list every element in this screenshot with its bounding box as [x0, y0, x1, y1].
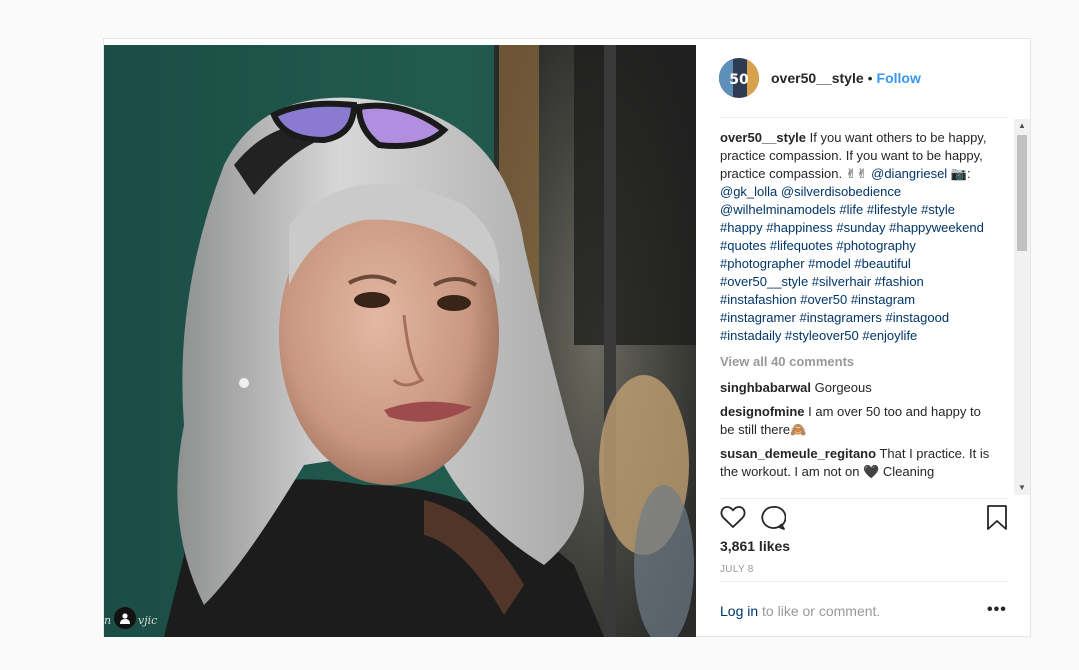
post-card: n vjic 50 over50__style • Follow over50_…	[103, 38, 1031, 637]
save-button[interactable]	[986, 505, 1008, 536]
actions-divider	[720, 498, 1008, 499]
comment-item: designofmine I am over 50 too and happy …	[720, 403, 990, 439]
user-tag-button[interactable]	[114, 607, 136, 629]
comment-username[interactable]: designofmine	[720, 404, 805, 419]
post-date[interactable]: JULY 8	[720, 564, 754, 575]
bottom-divider	[720, 581, 1008, 582]
header-separator: •	[867, 70, 873, 86]
comment-button[interactable]	[760, 505, 787, 536]
login-link[interactable]: Log in	[720, 603, 758, 619]
hashtag-links[interactable]: #life #lifestyle #style #happy #happines…	[720, 202, 984, 343]
photo-watermark-right: vjic	[138, 614, 158, 627]
more-options-button[interactable]: •••	[987, 601, 1007, 619]
scroll-up-arrow-icon[interactable]: ▲	[1014, 119, 1030, 133]
portrait-image	[104, 45, 696, 637]
mention-link[interactable]: @diangriesel	[871, 166, 947, 181]
bookmark-icon	[987, 505, 1007, 530]
svg-text:50: 50	[729, 72, 749, 88]
post-sidebar: 50 over50__style • Follow over50__style …	[696, 39, 1031, 636]
like-button[interactable]	[720, 505, 746, 534]
login-prompt: Log in to like or comment.	[720, 603, 880, 619]
comments-list[interactable]: over50__style If you want others to be h…	[720, 129, 990, 495]
heart-icon	[720, 506, 746, 528]
user-tag-icon	[120, 613, 130, 624]
caption: over50__style If you want others to be h…	[720, 129, 990, 345]
mention-link[interactable]: @silverdisobedience	[781, 184, 901, 199]
profile-photo-icon: 50	[719, 58, 759, 98]
comment-item: singhbabarwal Gorgeous	[720, 379, 990, 397]
mention-link[interactable]: @wilhelminamodels	[720, 202, 836, 217]
comment-username[interactable]: singhbabarwal	[720, 380, 811, 395]
scrollbar-thumb[interactable]	[1017, 135, 1027, 251]
comments-scrollbar[interactable]: ▲ ▼	[1014, 119, 1030, 495]
post-header: 50 over50__style • Follow	[719, 57, 1009, 99]
comment-item: susan_demeule_regitano That I practice. …	[720, 445, 990, 481]
header-divider	[720, 117, 1008, 118]
login-prompt-text: to like or comment.	[758, 603, 881, 619]
scroll-down-arrow-icon[interactable]: ▼	[1014, 481, 1030, 495]
post-photo[interactable]: n vjic	[104, 45, 696, 637]
action-bar	[720, 503, 1010, 533]
photo-watermark-left: n	[104, 614, 112, 627]
follow-button[interactable]: Follow	[877, 70, 921, 86]
view-all-comments-link[interactable]: View all 40 comments	[720, 353, 990, 371]
avatar[interactable]: 50	[719, 58, 759, 98]
comment-text: Gorgeous	[811, 380, 872, 395]
comment-username[interactable]: susan_demeule_regitano	[720, 446, 876, 461]
mention-link[interactable]: @gk_lolla	[720, 184, 777, 199]
header-username[interactable]: over50__style	[771, 70, 864, 86]
camera-credit: 📷:	[947, 166, 971, 181]
caption-username[interactable]: over50__style	[720, 130, 806, 145]
comment-bubble-icon	[761, 506, 787, 530]
likes-count[interactable]: 3,861 likes	[720, 538, 790, 554]
